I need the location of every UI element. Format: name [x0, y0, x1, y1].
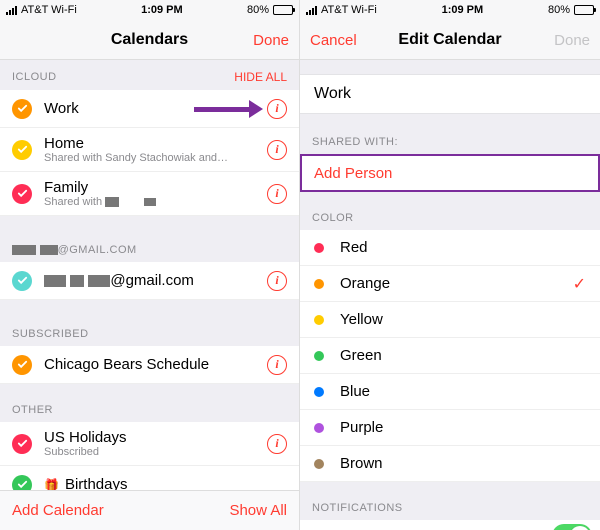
battery-icon [574, 5, 594, 15]
color-swatch [314, 351, 324, 361]
hide-all-button[interactable]: HIDE ALL [234, 70, 287, 84]
color-swatch [314, 387, 324, 397]
calendar-label: Home [44, 135, 267, 152]
color-label: Orange [340, 275, 573, 292]
calendar-name-value: Work [314, 85, 351, 102]
section-header-color: COLOR [300, 192, 600, 230]
section-header-sharedwith: SHARED WITH: [300, 114, 600, 154]
calendar-sublabel: Subscribed [44, 446, 267, 458]
section-header-gmail: @GMAIL.COM [0, 234, 299, 262]
check-icon [12, 434, 32, 454]
section-label: SUBSCRIBED [12, 328, 89, 340]
calendars-screen: AT&T Wi-Fi 1:09 PM 80% Calendars Done IC… [0, 0, 300, 530]
info-icon[interactable]: i [267, 271, 287, 291]
calendar-sublabel: Shared with [44, 196, 267, 208]
info-icon[interactable]: i [267, 355, 287, 375]
section-label: NOTIFICATIONS [312, 502, 403, 514]
section-label: ICLOUD [12, 71, 57, 83]
color-label: Yellow [340, 311, 586, 328]
color-label: Purple [340, 419, 586, 436]
color-label: Blue [340, 383, 586, 400]
calendar-row-usholidays[interactable]: US Holidays Subscribed i [0, 422, 299, 466]
color-option-yellow[interactable]: Yellow [300, 302, 600, 338]
color-swatch [314, 423, 324, 433]
battery-pct: 80% [247, 4, 269, 16]
battery-icon [273, 5, 293, 15]
checkmark-icon: ✓ [573, 274, 586, 294]
section-header-other: OTHER [0, 394, 299, 422]
nav-bar: Cancel Edit Calendar Done [300, 20, 600, 60]
done-button[interactable]: Done [243, 20, 299, 60]
color-option-purple[interactable]: Purple [300, 410, 600, 446]
check-icon [12, 99, 32, 119]
color-option-brown[interactable]: Brown [300, 446, 600, 482]
color-swatch [314, 279, 324, 289]
section-label: COLOR [312, 212, 354, 224]
calendar-label: Family [44, 179, 267, 196]
page-title: Edit Calendar [398, 31, 501, 49]
add-person-label: Add Person [314, 165, 392, 182]
info-icon[interactable]: i [267, 140, 287, 160]
info-icon[interactable]: i [267, 434, 287, 454]
add-person-row[interactable]: Add Person [300, 154, 600, 192]
signal-icon [306, 6, 317, 15]
calendar-label: Work [44, 100, 267, 117]
calendar-row-gmail[interactable]: @gmail.com i [0, 262, 299, 300]
carrier-label: AT&T Wi-Fi [21, 4, 77, 16]
color-label: Red [340, 239, 586, 256]
calendar-label: @gmail.com [44, 272, 267, 289]
section-header-icloud: ICLOUD HIDE ALL [0, 60, 299, 90]
color-label: Brown [340, 455, 586, 472]
color-swatch [314, 243, 324, 253]
check-icon [12, 355, 32, 375]
check-icon [12, 184, 32, 204]
color-option-orange[interactable]: Orange ✓ [300, 266, 600, 302]
notifications-toggle-row[interactable] [300, 520, 600, 530]
calendar-row-home[interactable]: Home Shared with Sandy Stachowiak and… i [0, 128, 299, 172]
done-button[interactable]: Done [544, 20, 600, 60]
calendar-row-work[interactable]: Work i [0, 90, 299, 128]
nav-bar: Calendars Done [0, 20, 299, 60]
color-swatch [314, 459, 324, 469]
status-bar: AT&T Wi-Fi 1:09 PM 80% [0, 0, 299, 20]
page-title: Calendars [111, 31, 188, 49]
check-icon [12, 271, 32, 291]
calendar-label: US Holidays [44, 429, 267, 446]
section-label: SHARED WITH: [312, 136, 398, 148]
clock: 1:09 PM [141, 4, 183, 16]
check-icon [12, 140, 32, 160]
color-option-green[interactable]: Green [300, 338, 600, 374]
color-label: Green [340, 347, 586, 364]
bottom-toolbar: Add Calendar Show All [0, 490, 299, 530]
calendar-sublabel: Shared with Sandy Stachowiak and… [44, 152, 267, 164]
info-icon[interactable]: i [267, 184, 287, 204]
calendar-name-field[interactable]: Work [300, 74, 600, 114]
toggle-switch[interactable] [552, 524, 592, 530]
section-label: OTHER [12, 404, 53, 416]
section-label: @GMAIL.COM [12, 244, 137, 256]
clock: 1:09 PM [442, 4, 484, 16]
color-swatch [314, 315, 324, 325]
section-header-notifications: NOTIFICATIONS [300, 482, 600, 520]
carrier-label: AT&T Wi-Fi [321, 4, 377, 16]
battery-pct: 80% [548, 4, 570, 16]
calendar-row-bears[interactable]: Chicago Bears Schedule i [0, 346, 299, 384]
cancel-button[interactable]: Cancel [300, 20, 367, 60]
signal-icon [6, 6, 17, 15]
status-bar: AT&T Wi-Fi 1:09 PM 80% [300, 0, 600, 20]
color-option-blue[interactable]: Blue [300, 374, 600, 410]
show-all-button[interactable]: Show All [229, 502, 287, 519]
edit-calendar-screen: AT&T Wi-Fi 1:09 PM 80% Cancel Edit Calen… [300, 0, 600, 530]
calendar-label: Chicago Bears Schedule [44, 356, 267, 373]
add-calendar-button[interactable]: Add Calendar [12, 502, 104, 519]
calendar-row-family[interactable]: Family Shared with i [0, 172, 299, 216]
section-header-subscribed: SUBSCRIBED [0, 318, 299, 346]
color-option-red[interactable]: Red [300, 230, 600, 266]
info-icon[interactable]: i [267, 99, 287, 119]
